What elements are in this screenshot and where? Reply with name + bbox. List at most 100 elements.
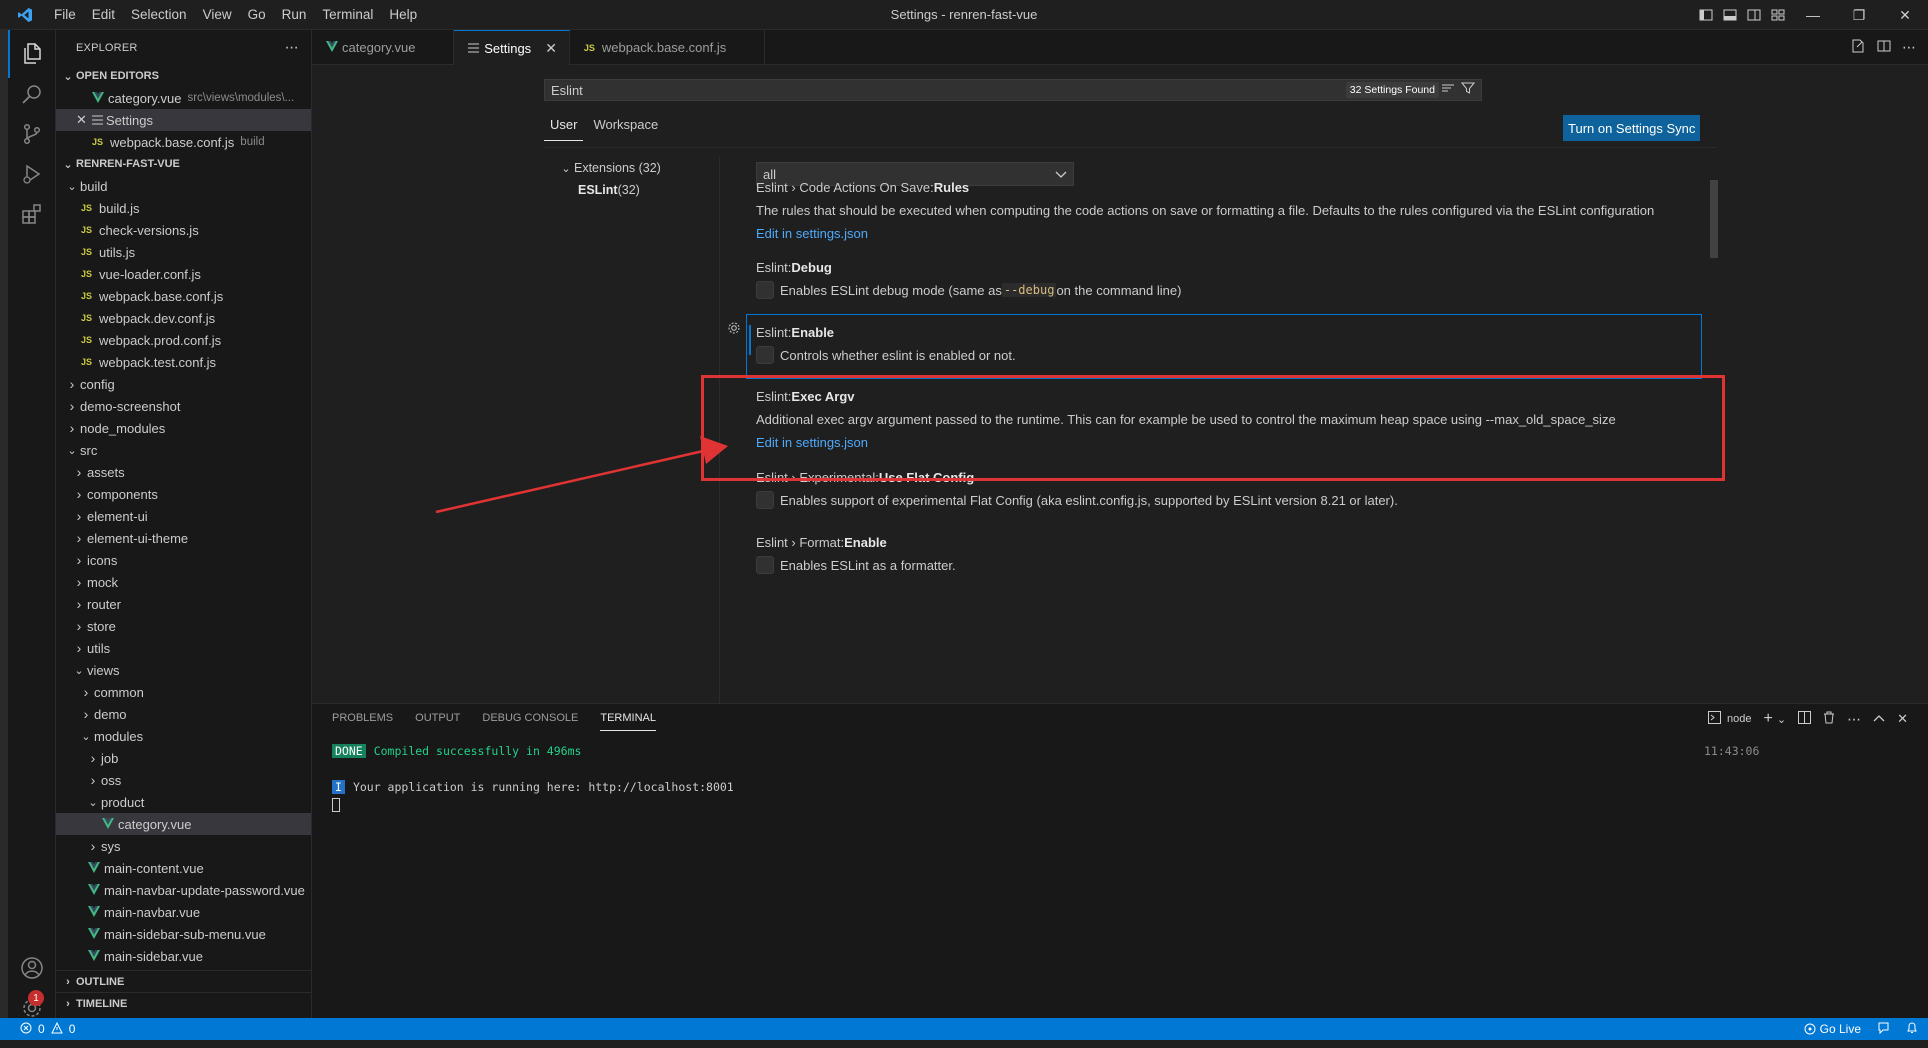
menu-go[interactable]: Go	[240, 0, 274, 30]
maximize-panel-icon[interactable]	[1873, 713, 1885, 725]
menu-run[interactable]: Run	[274, 0, 315, 30]
close-panel-icon[interactable]: ✕	[1897, 711, 1908, 727]
menu-view[interactable]: View	[195, 0, 240, 30]
timeline-section[interactable]: › TIMELINE	[56, 992, 311, 1014]
minimize-icon[interactable]: —	[1790, 0, 1836, 30]
tab-terminal[interactable]: TERMINAL	[600, 712, 656, 731]
menu-terminal[interactable]: Terminal	[314, 0, 381, 30]
flat-config-checkbox[interactable]	[756, 491, 774, 509]
tab-debug-console[interactable]: DEBUG CONSOLE	[482, 712, 578, 731]
open-editor-item[interactable]: ✕ Settings	[56, 109, 311, 131]
tree-folder[interactable]: ⌄ views	[56, 659, 311, 681]
tree-folder[interactable]: › icons	[56, 549, 311, 571]
kill-terminal-icon[interactable]	[1823, 711, 1835, 727]
tree-file[interactable]: category.vue	[56, 813, 311, 835]
extensions-icon[interactable]	[8, 190, 56, 238]
terminal-output[interactable]: DONE Compiled successfully in 496ms I Your…	[332, 742, 734, 814]
tree-folder[interactable]: › router	[56, 593, 311, 615]
toc-item-extensions[interactable]: ⌄ Extensions (32)	[558, 157, 660, 179]
split-editor-icon[interactable]	[1876, 38, 1892, 57]
tree-file[interactable]: main-sidebar.vue	[56, 945, 311, 967]
open-editor-item[interactable]: category.vue src\views\modules\...	[56, 87, 311, 109]
close-tab-icon[interactable]: ✕	[545, 40, 557, 57]
tree-folder[interactable]: › element-ui-theme	[56, 527, 311, 549]
format-enable-checkbox[interactable]	[756, 556, 774, 574]
toggle-primary-sidebar-icon[interactable]	[1694, 0, 1718, 30]
tree-file[interactable]: JS build.js	[56, 197, 311, 219]
terminal-name[interactable]: node	[1727, 713, 1751, 725]
menu-help[interactable]: Help	[381, 0, 425, 30]
settings-search-input[interactable]: Eslint 32 Settings Found	[544, 79, 1482, 101]
tab-workspace[interactable]: Workspace	[587, 117, 664, 141]
tree-folder[interactable]: › demo-screenshot	[56, 395, 311, 417]
tab-output[interactable]: OUTPUT	[415, 712, 460, 731]
tree-file[interactable]: JS utils.js	[56, 241, 311, 263]
tree-folder[interactable]: › oss	[56, 769, 311, 791]
toggle-secondary-sidebar-icon[interactable]	[1742, 0, 1766, 30]
open-editors-section[interactable]: ⌄ OPEN EDITORS	[56, 65, 311, 87]
tree-folder[interactable]: › mock	[56, 571, 311, 593]
setting-gear-icon[interactable]	[727, 321, 741, 338]
more-actions-icon[interactable]: ⋯	[1847, 711, 1861, 728]
close-icon[interactable]: ✕	[76, 112, 92, 128]
debug-checkbox[interactable]	[756, 281, 774, 299]
feedback-icon[interactable]	[1877, 1021, 1890, 1037]
tab-webpack-base[interactable]: JS webpack.base.conf.js ✕	[570, 30, 765, 65]
outline-section[interactable]: › OUTLINE	[56, 970, 311, 992]
tree-folder[interactable]: › config	[56, 373, 311, 395]
project-section[interactable]: ⌄ RENREN-FAST-VUE	[56, 153, 311, 175]
tree-folder[interactable]: ⌄ src	[56, 439, 311, 461]
tree-file[interactable]: JS webpack.test.conf.js	[56, 351, 311, 373]
chevron-down-icon[interactable]: ⌄	[1777, 713, 1786, 726]
open-editor-item[interactable]: JS webpack.base.conf.js build	[56, 131, 311, 153]
tree-folder[interactable]: › node_modules	[56, 417, 311, 439]
tab-user[interactable]: User	[544, 117, 584, 141]
tree-folder[interactable]: ⌄ build	[56, 175, 311, 197]
tab-category-vue[interactable]: category.vue ✕	[312, 30, 455, 65]
toc-item-eslint[interactable]: ESLint (32)	[558, 179, 661, 201]
tree-file[interactable]: JS webpack.dev.conf.js	[56, 307, 311, 329]
tree-file[interactable]: JS vue-loader.conf.js	[56, 263, 311, 285]
tree-file[interactable]: JS webpack.prod.conf.js	[56, 329, 311, 351]
more-actions-icon[interactable]: ⋯	[1902, 39, 1916, 56]
tree-folder[interactable]: ⌄ product	[56, 791, 311, 813]
more-actions-icon[interactable]: ⋯	[285, 39, 299, 56]
tree-file[interactable]: main-content.vue	[56, 857, 311, 879]
tab-problems[interactable]: PROBLEMS	[332, 712, 393, 731]
filter-icon[interactable]	[1460, 81, 1476, 98]
go-live-button[interactable]: Go Live	[1804, 1022, 1861, 1036]
tab-settings[interactable]: Settings ✕	[454, 30, 570, 65]
enable-checkbox[interactable]	[756, 346, 774, 364]
tree-folder[interactable]: › element-ui	[56, 505, 311, 527]
clear-filter-icon[interactable]	[1441, 81, 1455, 98]
tree-folder[interactable]: › components	[56, 483, 311, 505]
tree-folder[interactable]: › demo	[56, 703, 311, 725]
tree-file[interactable]: main-sidebar-sub-menu.vue	[56, 923, 311, 945]
menu-file[interactable]: File	[46, 0, 84, 30]
edit-in-settings-json-link[interactable]: Edit in settings.json	[756, 226, 1716, 241]
tree-folder[interactable]: › utils	[56, 637, 311, 659]
close-window-icon[interactable]: ✕	[1882, 0, 1928, 30]
tree-folder[interactable]: › assets	[56, 461, 311, 483]
scrollbar-thumb[interactable]	[1710, 180, 1718, 258]
split-terminal-icon[interactable]	[1798, 711, 1812, 727]
restore-icon[interactable]: ❐	[1836, 0, 1882, 30]
customize-layout-icon[interactable]	[1766, 0, 1790, 30]
tree-folder[interactable]: › store	[56, 615, 311, 637]
new-terminal-icon[interactable]: +	[1764, 710, 1773, 728]
menu-edit[interactable]: Edit	[84, 0, 123, 30]
open-settings-json-icon[interactable]	[1850, 38, 1866, 57]
problems-status[interactable]: 0 0	[0, 1021, 75, 1037]
bell-icon[interactable]	[1906, 1021, 1918, 1037]
tree-folder[interactable]: › job	[56, 747, 311, 769]
toggle-panel-icon[interactable]	[1718, 0, 1742, 30]
menu-selection[interactable]: Selection	[123, 0, 195, 30]
tree-file[interactable]: JS check-versions.js	[56, 219, 311, 241]
tree-file[interactable]: main-navbar.vue	[56, 901, 311, 923]
tree-file[interactable]: JS webpack.base.conf.js	[56, 285, 311, 307]
tree-folder[interactable]: › common	[56, 681, 311, 703]
turn-on-settings-sync-button[interactable]: Turn on Settings Sync	[1563, 115, 1701, 141]
tree-folder[interactable]: › sys	[56, 835, 311, 857]
tree-folder[interactable]: ⌄ modules	[56, 725, 311, 747]
tree-file[interactable]: main-navbar-update-password.vue	[56, 879, 311, 901]
